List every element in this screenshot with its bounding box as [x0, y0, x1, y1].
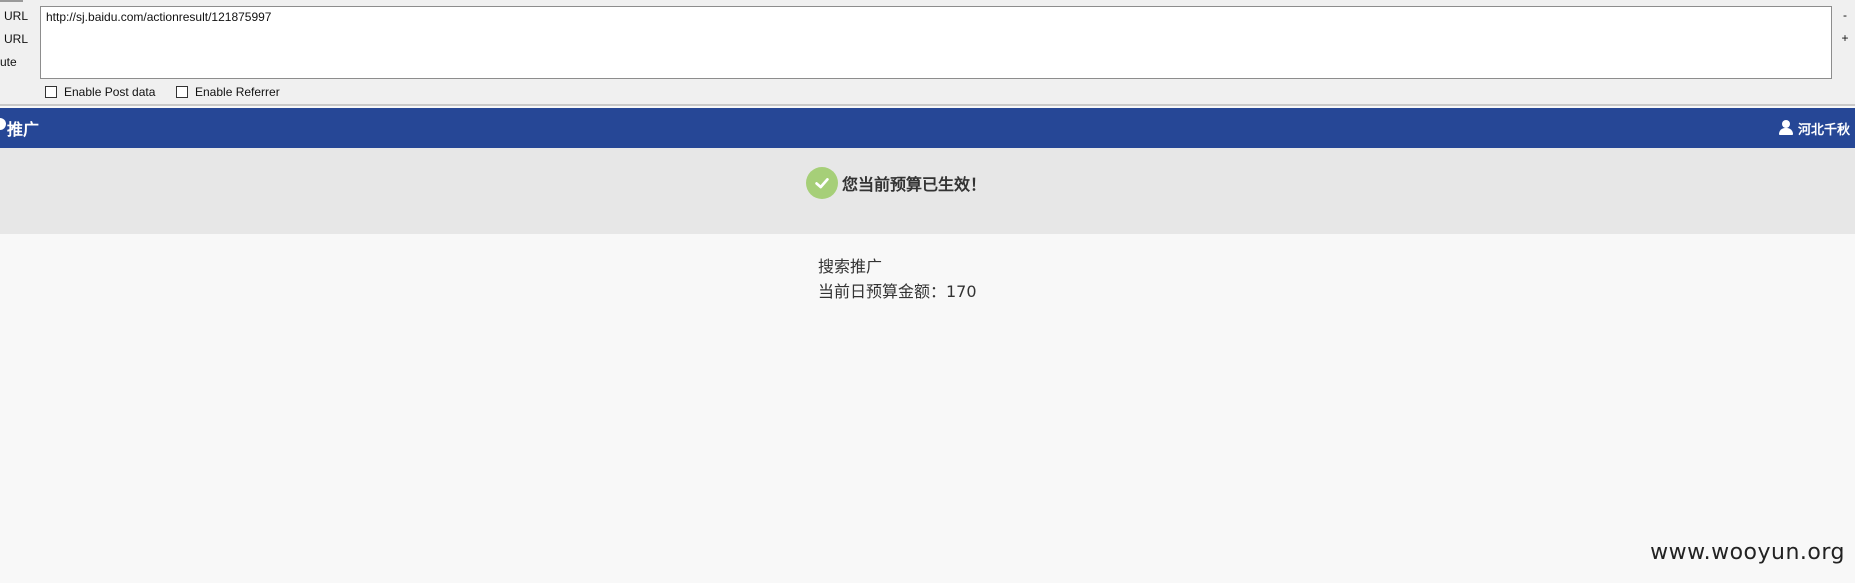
execute-label[interactable]: ute [0, 55, 17, 69]
split-url-label[interactable]: URL [4, 32, 28, 46]
hackbar-toolbar: URL URL ute - + Enable Post data Enable … [0, 0, 1855, 106]
decrease-button[interactable]: - [1839, 8, 1851, 22]
referrer-checkbox[interactable] [176, 86, 188, 98]
top-header-bar: 推广 河北千秋 [0, 108, 1855, 148]
enable-post-data-option[interactable]: Enable Post data [45, 85, 155, 99]
brand[interactable]: 推广 [0, 108, 39, 148]
url-input[interactable] [40, 6, 1832, 79]
check-circle-icon [806, 167, 838, 199]
user-icon [1778, 120, 1794, 136]
load-url-label[interactable]: URL [4, 9, 28, 23]
referrer-label: Enable Referrer [195, 85, 280, 99]
brand-logo-icon [0, 118, 6, 130]
success-text: 您当前预算已生效！ [842, 175, 987, 194]
success-banner: 您当前预算已生效！ [0, 148, 1855, 234]
result-details: 搜索推广 当前日预算金额：170 [818, 254, 977, 304]
user-menu[interactable]: 河北千秋 [1778, 108, 1850, 148]
tab-indicator [0, 0, 23, 2]
post-data-label: Enable Post data [64, 85, 156, 99]
enable-referrer-option[interactable]: Enable Referrer [176, 85, 280, 99]
user-name: 河北千秋 [1797, 122, 1850, 138]
watermark: www.wooyun.org [1650, 540, 1845, 565]
budget-amount: 当前日预算金额：170 [818, 282, 977, 301]
increase-button[interactable]: + [1839, 31, 1851, 45]
brand-label: 推广 [7, 120, 40, 139]
product-name: 搜索推广 [818, 257, 883, 276]
post-data-checkbox[interactable] [45, 86, 57, 98]
success-message: 您当前预算已生效！ [806, 167, 986, 199]
